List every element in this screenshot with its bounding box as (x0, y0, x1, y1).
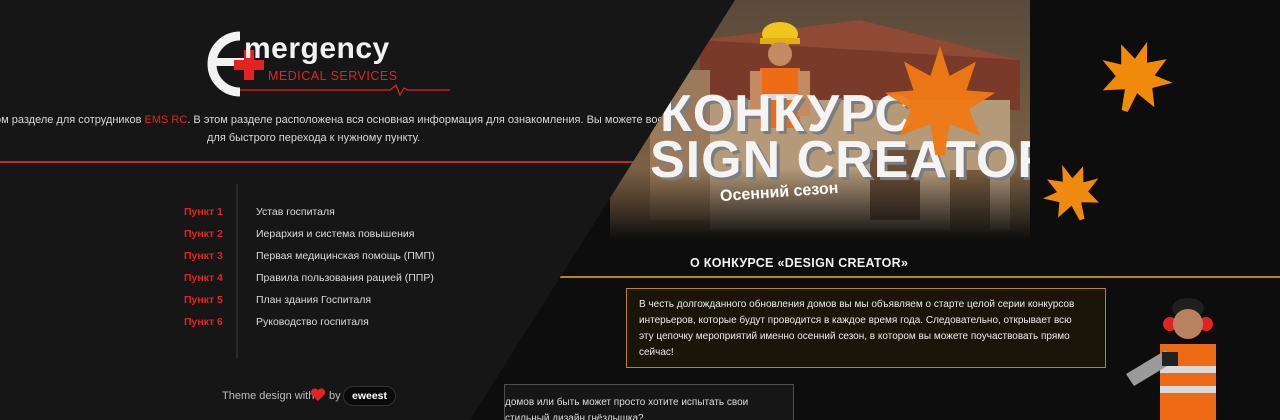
toc-item-3[interactable]: Пункт 3 Первая медицинская помощь (ПМП) (180, 250, 480, 268)
logo-title: mergency (244, 32, 390, 65)
toc-item-label[interactable]: Первая медицинская помощь (ПМП) (256, 250, 435, 262)
teaser-line: домов или быть может просто хотите испыт… (505, 397, 749, 408)
heartbeat-line-icon (240, 84, 450, 96)
toc-item-label[interactable]: Правила пользования рацией (ППР) (256, 272, 434, 284)
contest-line: В честь долгожданного обновления домов в… (639, 299, 1075, 310)
toc-item-1[interactable]: Пункт 1 Устав госпиталя (180, 206, 480, 224)
toc-item-5[interactable]: Пункт 5 План здания Госпиталя (180, 294, 480, 312)
contest-line: интерьеров, которые будут проводится в к… (639, 315, 1072, 326)
toc-item-label[interactable]: Руководство госпиталя (256, 316, 369, 328)
toc-item-number: Пункт 1 (184, 206, 223, 218)
credit-text: Theme design with (222, 390, 315, 402)
toc-item-4[interactable]: Пункт 4 Правила пользования рацией (ППР) (180, 272, 480, 290)
worker-with-chainsaw-icon (1126, 298, 1216, 420)
author-badge[interactable]: eweest (343, 386, 397, 406)
maple-leaf-icon (1102, 41, 1173, 112)
credit-by: by (329, 390, 341, 402)
maple-leaf-icon (884, 46, 996, 156)
red-divider (0, 161, 640, 163)
toc-item-number: Пункт 6 (184, 316, 223, 328)
toc-item-number: Пункт 5 (184, 294, 223, 306)
intro-part-1: ом разделе для сотрудников (0, 114, 145, 126)
intro-line-1: ом разделе для сотрудников EMS RC. В это… (0, 111, 715, 129)
toc-item-6[interactable]: Пункт 6 Руководство госпиталя (180, 316, 480, 334)
ems-logo: mergency MEDICAL SERVICES (200, 28, 450, 100)
toc-item-label[interactable]: Устав госпиталя (256, 206, 335, 218)
contest-teaser: домов или быть может просто хотите испыт… (504, 384, 794, 420)
toc-item-number: Пункт 4 (184, 272, 223, 284)
gold-divider (560, 276, 1280, 278)
contest-line: сейчас! (639, 347, 674, 358)
contest-heading: О КОНКУРСЕ «DESIGN CREATOR» (690, 256, 909, 270)
heart-icon (310, 388, 326, 401)
teaser-line: стильный дизайн гнёздышка? (505, 413, 644, 420)
page: mergency MEDICAL SERVICES ом разделе для… (0, 0, 1280, 420)
toc-item-label[interactable]: План здания Госпиталя (256, 294, 371, 306)
logo-subtitle: MEDICAL SERVICES (268, 69, 398, 83)
maple-leaf-icon (1043, 164, 1100, 221)
intro-line-2: для быстрого перехода к нужному пункту. (207, 132, 421, 144)
contest-description: В честь долгожданного обновления домов в… (626, 288, 1106, 368)
intro-accent: EMS RC (144, 114, 188, 126)
intro-part-2: . В этом разделе расположена вся основна… (187, 114, 715, 126)
toc-item-number: Пункт 2 (184, 228, 223, 240)
contest-line: эту цепочку мероприятий именно осенний с… (639, 331, 1070, 342)
toc-item-number: Пункт 3 (184, 250, 223, 262)
toc-item-label[interactable]: Иерархия и система повышения (256, 228, 414, 240)
toc-item-2[interactable]: Пункт 2 Иерархия и система повышения (180, 228, 480, 246)
